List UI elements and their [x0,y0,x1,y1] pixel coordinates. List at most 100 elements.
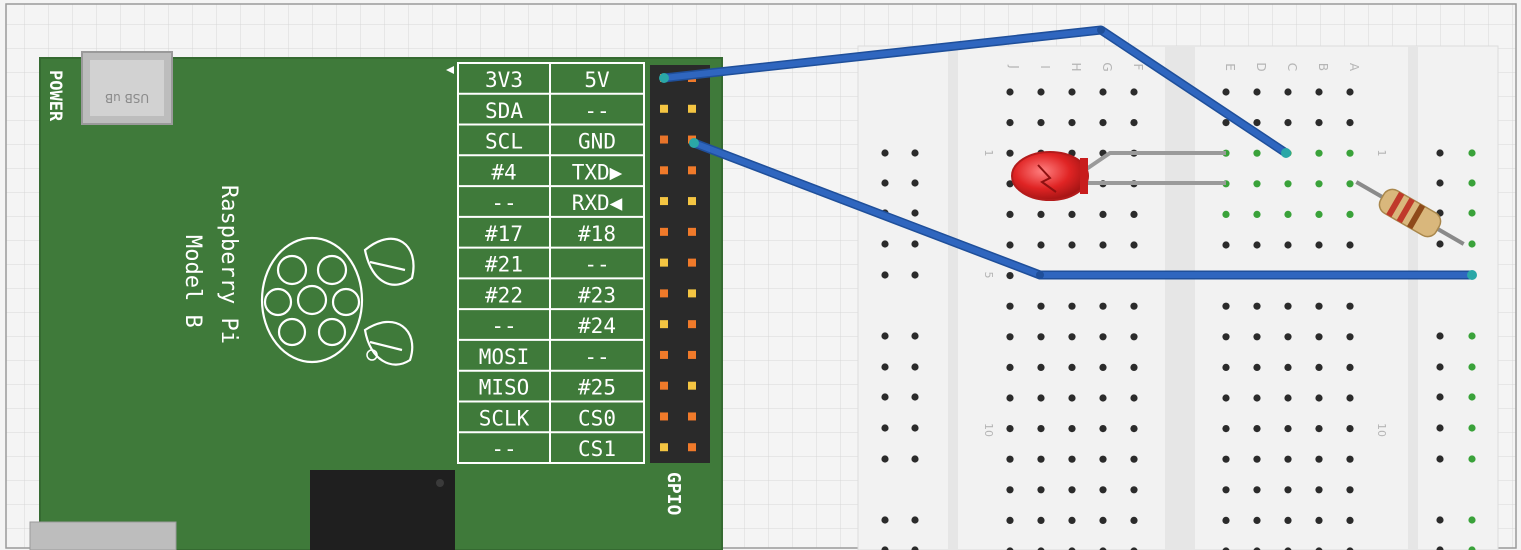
breadboard-hole[interactable] [1315,455,1323,463]
breadboard-hole[interactable] [1130,455,1138,463]
breadboard-hole[interactable] [881,393,889,401]
breadboard-hole[interactable] [881,179,889,187]
breadboard-hole[interactable] [1315,425,1323,433]
breadboard-hole[interactable] [1006,88,1014,96]
breadboard-hole[interactable] [1315,302,1323,310]
breadboard-hole[interactable] [911,149,919,157]
breadboard-hole[interactable] [1068,516,1076,525]
breadboard-hole[interactable] [1436,516,1444,524]
breadboard-hole[interactable] [1068,210,1076,218]
breadboard-hole[interactable] [881,271,889,279]
breadboard-hole[interactable] [1068,455,1076,463]
breadboard-hole[interactable] [1315,394,1323,402]
breadboard-hole[interactable] [1037,333,1045,341]
breadboard-hole[interactable] [1006,486,1014,494]
breadboard-hole[interactable] [1130,425,1138,433]
breadboard-hole[interactable] [1315,149,1323,157]
breadboard-hole[interactable] [1006,394,1014,402]
raspberry-pi-board[interactable]: USB uB POWER Raspberry Pi Model B 3V3 5V… [29,51,723,550]
breadboard-hole[interactable] [881,424,889,432]
breadboard-hole[interactable] [1068,88,1076,96]
breadboard-hole[interactable] [1253,394,1261,402]
breadboard-hole[interactable] [1222,210,1230,218]
breadboard-hole[interactable] [1222,363,1230,371]
breadboard-hole[interactable] [1099,333,1107,341]
breadboard-hole[interactable] [1099,363,1107,371]
breadboard-hole[interactable] [911,332,919,340]
breadboard-hole[interactable] [1284,455,1292,463]
breadboard-hole[interactable] [1099,455,1107,463]
breadboard-hole[interactable] [1222,241,1230,249]
breadboard-hole[interactable] [1037,88,1045,96]
breadboard-hole[interactable] [881,149,889,157]
breadboard-hole[interactable] [1436,149,1444,157]
breadboard-hole[interactable] [1253,516,1261,525]
breadboard-hole[interactable] [911,179,919,187]
breadboard-hole[interactable] [1253,455,1261,463]
breadboard-hole[interactable] [1346,180,1354,188]
breadboard-hole[interactable] [1099,241,1107,249]
breadboard-hole[interactable] [1436,332,1444,340]
breadboard-hole[interactable] [1284,333,1292,341]
breadboard-hole[interactable] [1468,516,1476,524]
breadboard-hole[interactable] [1130,516,1138,525]
breadboard-hole[interactable] [1099,516,1107,525]
breadboard-hole[interactable] [1006,425,1014,433]
breadboard-hole[interactable] [1284,88,1292,96]
breadboard-hole[interactable] [881,332,889,340]
breadboard-hole[interactable] [911,363,919,371]
breadboard-hole[interactable] [1346,88,1354,96]
breadboard-hole[interactable] [1099,119,1107,127]
breadboard-hole[interactable] [881,363,889,371]
breadboard-hole[interactable] [881,240,889,248]
breadboard-hole[interactable] [1068,241,1076,249]
breadboard-hole[interactable] [1037,425,1045,433]
breadboard-hole[interactable] [1315,119,1323,127]
breadboard-hole[interactable] [1222,486,1230,494]
breadboard-hole[interactable] [1284,425,1292,433]
breadboard-hole[interactable] [1222,88,1230,96]
breadboard-hole[interactable] [1436,363,1444,371]
breadboard-hole[interactable] [1068,394,1076,402]
breadboard-hole[interactable] [1099,486,1107,494]
breadboard-hole[interactable] [1284,302,1292,310]
breadboard-hole[interactable] [1346,486,1354,494]
breadboard-hole[interactable] [1130,210,1138,218]
breadboard-hole[interactable] [1068,425,1076,433]
breadboard-hole[interactable] [1468,209,1476,217]
breadboard-hole[interactable] [1130,394,1138,402]
breadboard-hole[interactable] [1284,241,1292,249]
breadboard-hole[interactable] [1346,455,1354,463]
breadboard-hole[interactable] [1346,363,1354,371]
breadboard-hole[interactable] [911,240,919,248]
breadboard-hole[interactable] [1253,119,1261,127]
breadboard-hole[interactable] [1037,486,1045,494]
breadboard-hole[interactable] [1284,394,1292,402]
breadboard-hole[interactable] [1037,302,1045,310]
breadboard-hole[interactable] [1037,241,1045,249]
breadboard-hole[interactable] [1130,363,1138,371]
breadboard-hole[interactable] [1315,241,1323,249]
breadboard-hole[interactable] [1253,210,1261,218]
breadboard-hole[interactable] [1315,516,1323,525]
breadboard-hole[interactable] [1436,455,1444,463]
breadboard-hole[interactable] [1130,486,1138,494]
breadboard-hole[interactable] [1346,241,1354,249]
breadboard-hole[interactable] [1315,333,1323,341]
breadboard-hole[interactable] [1068,363,1076,371]
breadboard-hole[interactable] [1037,119,1045,127]
led[interactable] [1011,151,1089,201]
breadboard-hole[interactable] [1099,394,1107,402]
breadboard-hole[interactable] [1284,119,1292,127]
breadboard-hole[interactable] [1068,302,1076,310]
breadboard-hole[interactable] [1006,241,1014,249]
breadboard-hole[interactable] [1037,516,1045,525]
breadboard-hole[interactable] [1006,516,1014,525]
breadboard-hole[interactable] [1099,88,1107,96]
breadboard-hole[interactable] [1253,333,1261,341]
breadboard-hole[interactable] [1315,180,1323,188]
breadboard-hole[interactable] [1037,394,1045,402]
breadboard-hole[interactable] [911,271,919,279]
breadboard-hole[interactable] [1222,333,1230,341]
breadboard-hole[interactable] [1468,363,1476,371]
